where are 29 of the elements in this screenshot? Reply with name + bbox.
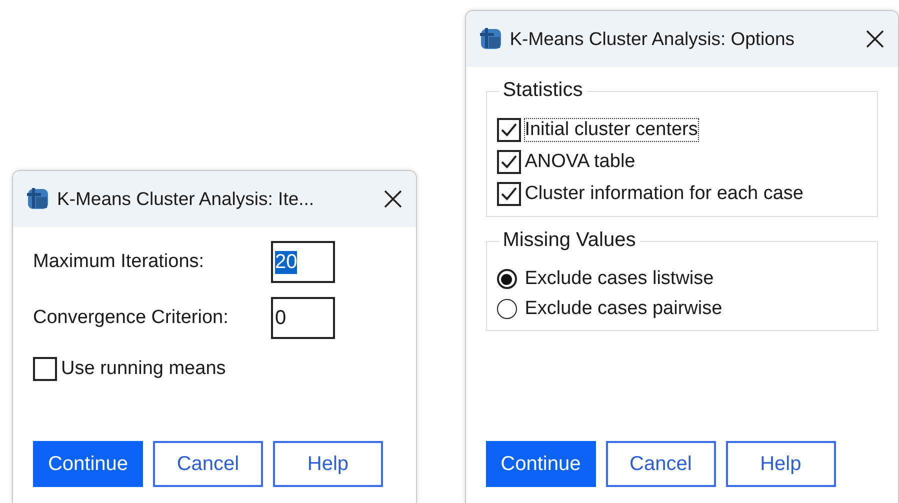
checkbox[interactable] xyxy=(496,150,521,174)
app-icon xyxy=(25,186,51,212)
app-icon xyxy=(478,26,504,52)
checkbox-label: Use running means xyxy=(61,358,226,380)
dialog-button[interactable]: Cancel xyxy=(153,441,263,487)
radio-button[interactable] xyxy=(496,269,517,289)
radio-label: Exclude cases listwise xyxy=(524,268,714,290)
dialog-button[interactable]: Help xyxy=(273,441,383,487)
close-icon[interactable] xyxy=(382,188,404,210)
checkbox-label: Initial cluster centers xyxy=(524,119,698,141)
input-field[interactable]: 0 xyxy=(271,297,335,339)
checkbox[interactable] xyxy=(496,182,521,206)
field-label: Convergence Criterion: xyxy=(33,307,230,329)
checkbox[interactable] xyxy=(496,118,521,142)
group-title: Missing Values xyxy=(498,229,640,252)
dialog-button[interactable]: Continue xyxy=(486,441,596,487)
checkbox-label: ANOVA table xyxy=(524,151,636,173)
dialog-button[interactable]: Help xyxy=(726,441,836,487)
window-title: K-Means Cluster Analysis: Ite... xyxy=(57,188,316,210)
checkbox-label: Cluster information for each case xyxy=(524,183,804,205)
input-field[interactable]: 20 xyxy=(271,241,335,283)
checkbox[interactable] xyxy=(33,357,57,381)
radio-label: Exclude cases pairwise xyxy=(524,298,722,320)
dialog-button[interactable]: Continue xyxy=(33,441,143,487)
field-label: Maximum Iterations: xyxy=(33,251,206,273)
dialog-button[interactable]: Cancel xyxy=(606,441,716,487)
radio-button[interactable] xyxy=(496,299,517,319)
close-icon[interactable] xyxy=(864,28,886,50)
window-title: K-Means Cluster Analysis: Options xyxy=(510,28,796,50)
